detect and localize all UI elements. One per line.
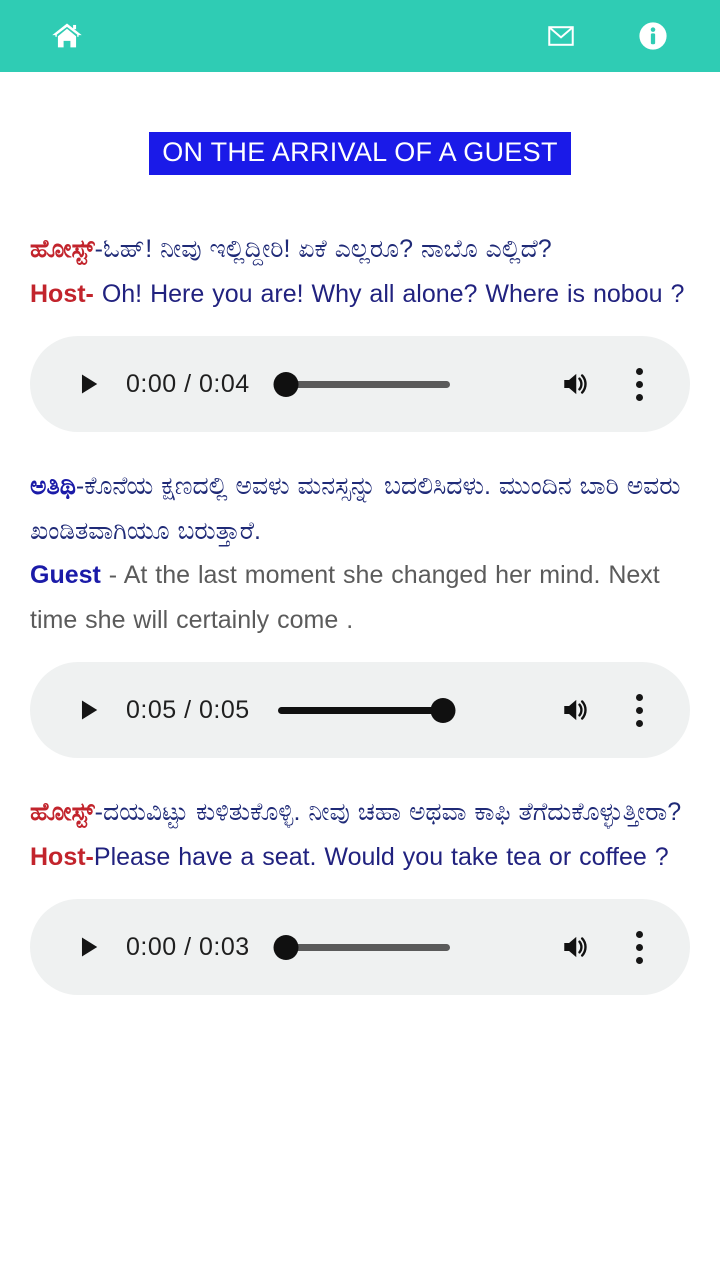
kannada-line: ಹೋಸ್ಟ್-ಓಹ್! ನೀವು ಇಲ್ಲಿದ್ದೀರಿ! ಏಕೆ ಎಲ್ಲರೂ… xyxy=(30,227,690,272)
audio-progress-track xyxy=(277,706,450,714)
menu-dot xyxy=(635,367,643,375)
kannada-text: -ಕೊನೆಯ ಕ್ಷಣದಲ್ಲಿ ಅವಳು ಮನಸ್ಸನ್ನು ಬದಲಿಸಿದಳ… xyxy=(30,472,681,545)
audio-time-label: 0:05 / 0:05 xyxy=(126,695,250,724)
audio-time-label: 0:00 / 0:04 xyxy=(126,369,250,398)
audio-progress-slider[interactable] xyxy=(277,693,456,727)
header-right-group xyxy=(544,19,682,53)
volume-icon[interactable] xyxy=(556,366,596,402)
app-header xyxy=(0,0,720,72)
kannada-text: -ಓಹ್! ನೀವು ಇಲ್ಲಿದ್ದೀರಿ! ಏಕೆ ಎಲ್ಲರೂ? ನಾಬೊ… xyxy=(94,235,552,264)
more-vertical-icon[interactable] xyxy=(622,692,656,728)
home-icon[interactable] xyxy=(50,19,84,53)
audio-player[interactable]: 0:00 / 0:04 xyxy=(30,336,690,433)
menu-dot xyxy=(635,719,643,727)
english-line: Guest - At the last moment she changed h… xyxy=(30,553,690,642)
english-speaker-label: Host- xyxy=(30,842,94,871)
audio-progress-track xyxy=(277,943,450,951)
info-icon[interactable] xyxy=(636,19,670,53)
audio-progress-track xyxy=(277,380,450,388)
audio-progress-slider[interactable] xyxy=(273,367,450,401)
dialogue-block: ಅತಿಥಿ-ಕೊನೆಯ ಕ್ಷಣದಲ್ಲಿ ಅವಳು ಮನಸ್ಸನ್ನು ಬದಲ… xyxy=(30,464,690,759)
english-text: - At the last moment she changed her min… xyxy=(30,561,660,634)
volume-icon[interactable] xyxy=(556,929,596,965)
kannada-speaker-label: ಹೋಸ್ಟ್ xyxy=(30,798,95,827)
english-text: Please have a seat. Would you take tea o… xyxy=(93,842,669,871)
menu-dot xyxy=(635,930,643,938)
english-speaker-label: Guest xyxy=(30,561,109,590)
audio-progress-slider[interactable] xyxy=(273,930,450,964)
menu-dot xyxy=(635,956,643,964)
play-icon[interactable] xyxy=(74,367,104,401)
dialogue-block: ಹೋಸ್ಟ್-ಓಹ್! ನೀವು ಇಲ್ಲಿದ್ದೀರಿ! ಏಕೆ ಎಲ್ಲರೂ… xyxy=(30,227,690,433)
dialogue-block: ಹೋಸ್ಟ್-ದಯವಿಟ್ಟು ಕುಳಿತುಕೊಳ್ಳಿ. ನೀವು ಚಹಾ ಅ… xyxy=(30,790,690,996)
menu-dot xyxy=(635,393,643,401)
audio-player[interactable]: 0:05 / 0:05 xyxy=(30,662,690,759)
play-icon[interactable] xyxy=(74,930,104,964)
more-vertical-icon[interactable] xyxy=(622,929,656,965)
kannada-speaker-label: ಹೋಸ್ಟ್ xyxy=(30,235,95,264)
english-speaker-label: Host- xyxy=(30,279,94,308)
audio-player[interactable]: 0:00 / 0:03 xyxy=(30,899,690,996)
page-title: ON THE ARRIVAL OF A GUEST xyxy=(149,132,571,176)
page-title-wrapper: ON THE ARRIVAL OF A GUEST xyxy=(30,132,690,176)
menu-dot xyxy=(635,693,643,701)
more-vertical-icon[interactable] xyxy=(622,366,656,402)
audio-progress-thumb[interactable] xyxy=(430,697,456,723)
kannada-line: ಹೋಸ್ಟ್-ದಯವಿಟ್ಟು ಕುಳಿತುಕೊಳ್ಳಿ. ನೀವು ಚಹಾ ಅ… xyxy=(30,790,690,835)
audio-progress-thumb[interactable] xyxy=(273,371,299,397)
menu-dot xyxy=(635,380,643,388)
dialogue-list: ಹೋಸ್ಟ್-ಓಹ್! ನೀವು ಇಲ್ಲಿದ್ದೀರಿ! ಏಕೆ ಎಲ್ಲರೂ… xyxy=(30,227,690,996)
kannada-text: -ದಯವಿಟ್ಟು ಕುಳಿತುಕೊಳ್ಳಿ. ನೀವು ಚಹಾ ಅಥವಾ ಕಾ… xyxy=(94,798,682,827)
header-left-group xyxy=(50,19,84,53)
envelope-icon[interactable] xyxy=(544,19,578,53)
kannada-speaker-label: ಅತಿಥಿ xyxy=(30,472,76,501)
volume-icon[interactable] xyxy=(556,692,596,728)
english-line: Host-Please have a seat. Would you take … xyxy=(30,835,690,880)
menu-dot xyxy=(635,943,643,951)
kannada-line: ಅತಿಥಿ-ಕೊನೆಯ ಕ್ಷಣದಲ್ಲಿ ಅವಳು ಮನಸ್ಸನ್ನು ಬದಲ… xyxy=(30,464,690,553)
menu-dot xyxy=(635,706,643,714)
audio-time-label: 0:00 / 0:03 xyxy=(126,932,250,961)
english-text: Oh! Here you are! Why all alone? Where i… xyxy=(93,279,685,308)
audio-progress-thumb[interactable] xyxy=(273,934,299,960)
english-line: Host- Oh! Here you are! Why all alone? W… xyxy=(30,272,690,317)
page-content: ON THE ARRIVAL OF A GUEST ಹೋಸ್ಟ್-ಓಹ್! ನೀ… xyxy=(0,132,720,996)
play-icon[interactable] xyxy=(74,693,104,727)
